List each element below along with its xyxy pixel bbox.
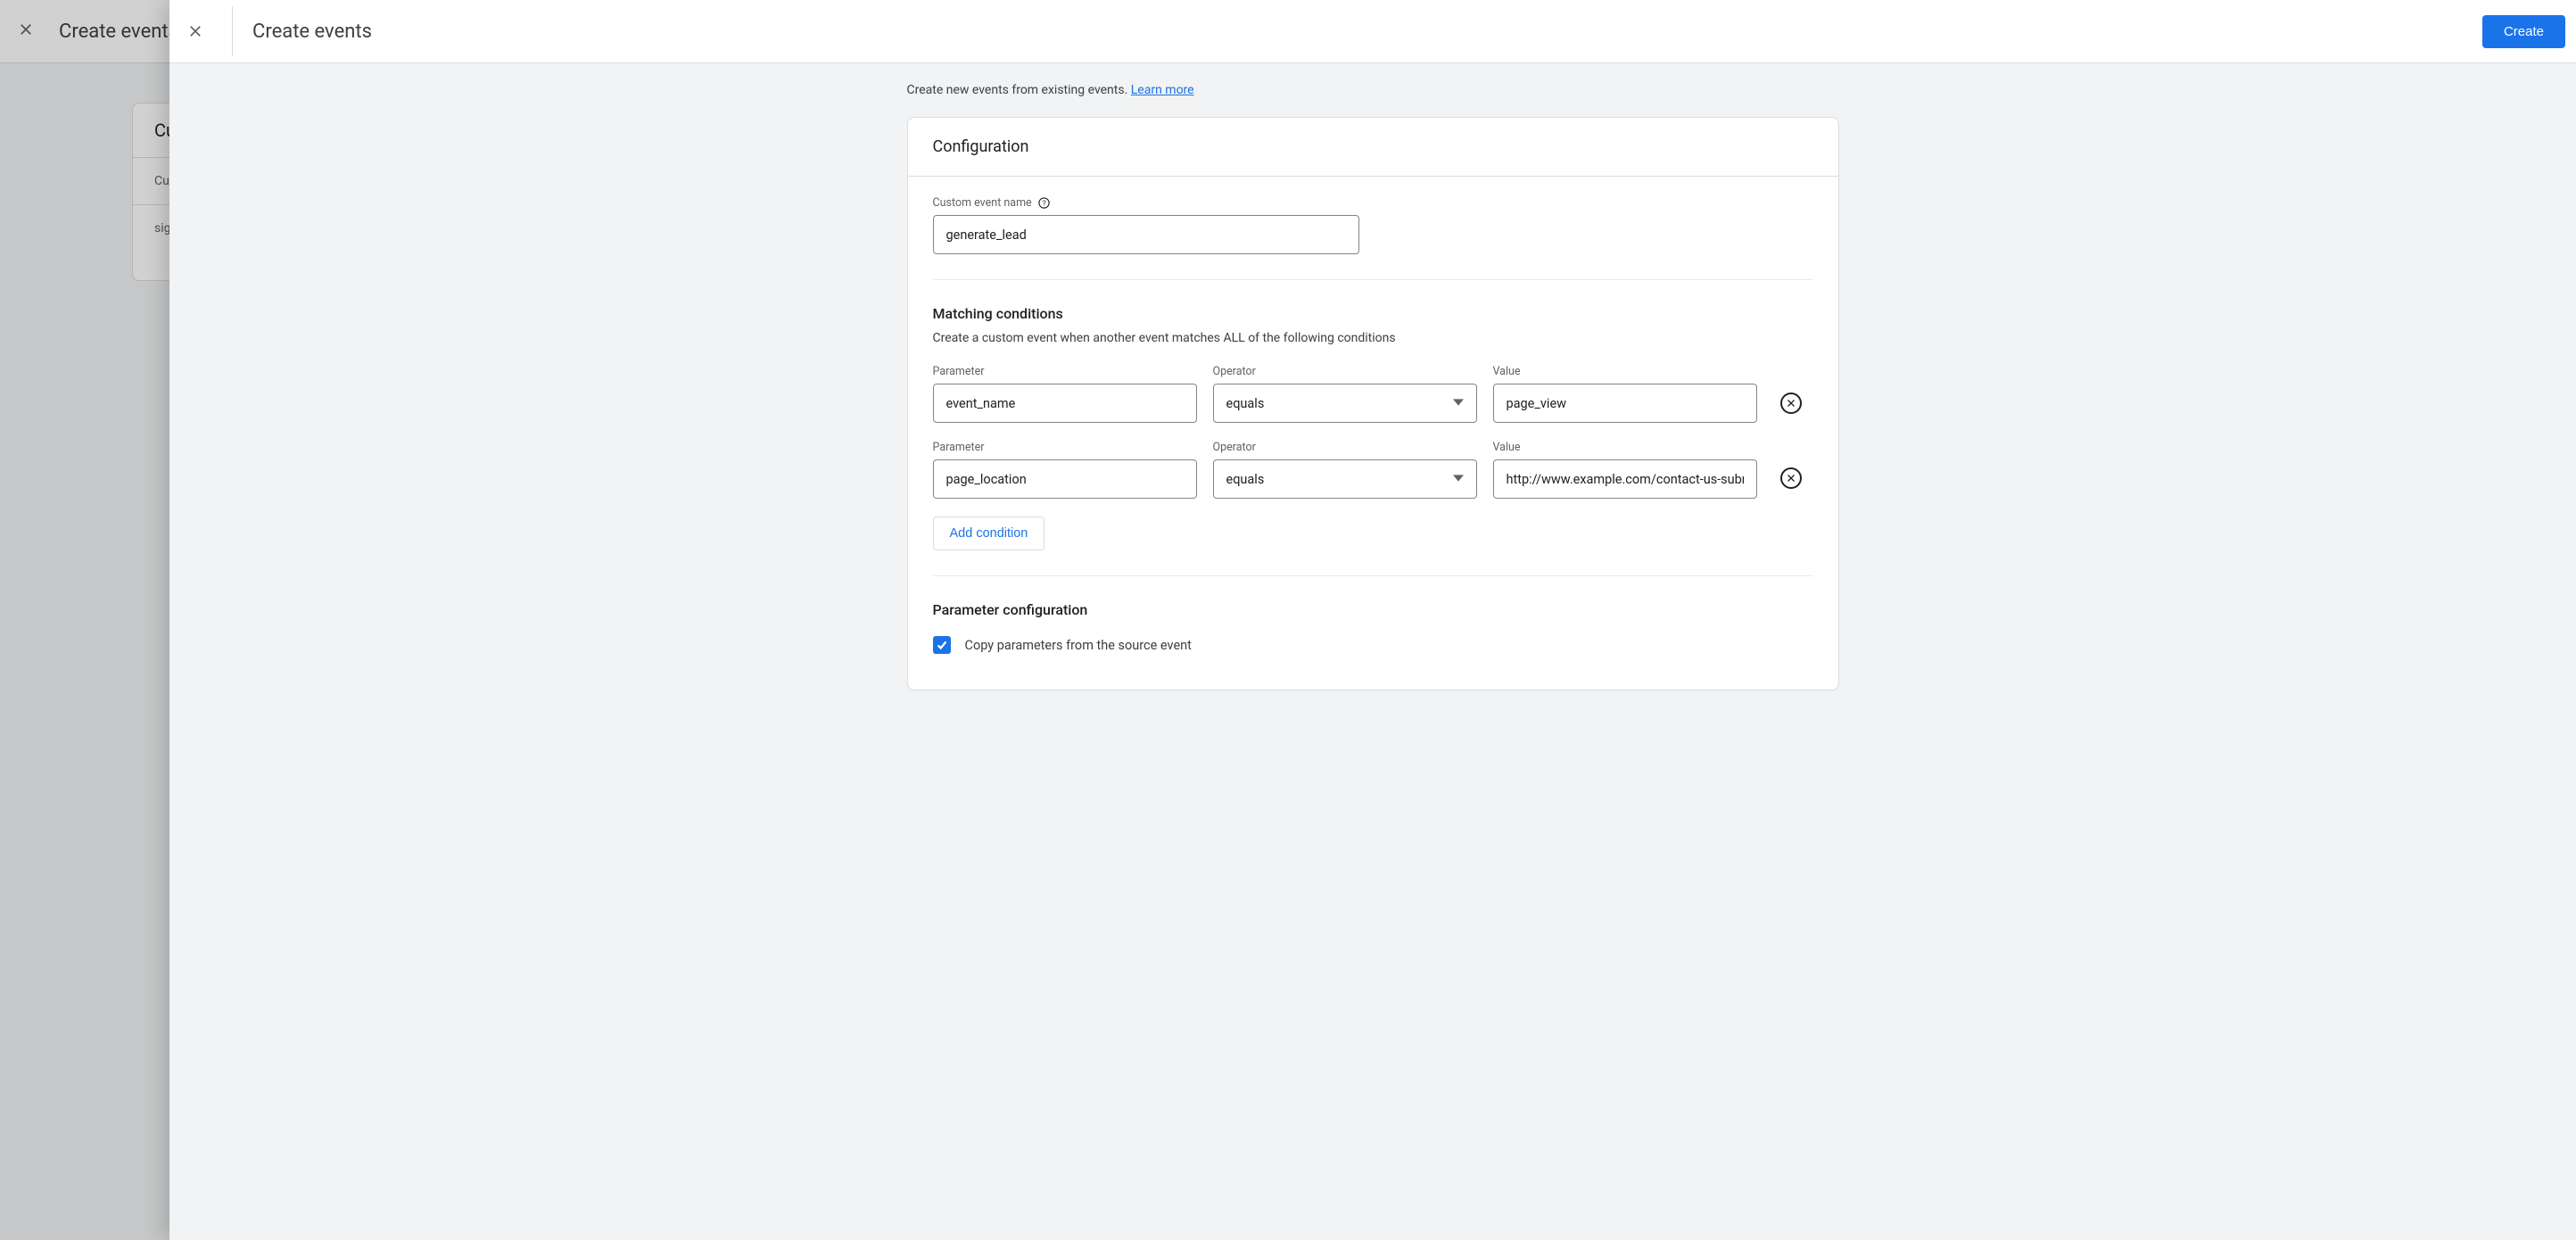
panel-body: Create new events from existing events. … bbox=[169, 63, 2576, 1240]
create-button[interactable]: Create bbox=[2482, 15, 2565, 48]
matching-conditions-title: Matching conditions bbox=[933, 305, 1813, 322]
condition-row: equals bbox=[933, 384, 1813, 423]
value-input[interactable] bbox=[1493, 459, 1757, 499]
add-condition-button[interactable]: Add condition bbox=[933, 517, 1045, 550]
value-input[interactable] bbox=[1493, 384, 1757, 423]
panel-header: Create events Create bbox=[169, 0, 2576, 63]
intro-text: Create new events from existing events. … bbox=[907, 63, 1839, 117]
remove-condition-button[interactable] bbox=[1780, 393, 1802, 414]
matching-conditions-subtitle: Create a custom event when another event… bbox=[933, 331, 1813, 345]
col-value-label: Value bbox=[1493, 365, 1757, 378]
remove-condition-button[interactable] bbox=[1780, 467, 1802, 489]
close-icon[interactable] bbox=[187, 23, 203, 39]
parameter-configuration-title: Parameter configuration bbox=[933, 601, 1813, 618]
create-event-panel: Create events Create Create new events f… bbox=[169, 0, 2576, 1240]
svg-text:?: ? bbox=[1042, 199, 1046, 207]
operator-select[interactable]: equals bbox=[1213, 384, 1477, 423]
parameter-input[interactable] bbox=[933, 459, 1197, 499]
operator-select[interactable]: equals bbox=[1213, 459, 1477, 499]
learn-more-link[interactable]: Learn more bbox=[1131, 83, 1194, 97]
panel-title: Create events bbox=[252, 21, 2482, 43]
copy-params-row: Copy parameters from the source event bbox=[933, 636, 1813, 654]
condition-row: Parameter Operator equals Value bbox=[933, 441, 1813, 499]
chevron-down-icon bbox=[1453, 472, 1464, 487]
copy-params-checkbox[interactable] bbox=[933, 636, 951, 654]
chevron-down-icon bbox=[1453, 396, 1464, 411]
col-parameter-label: Parameter bbox=[933, 365, 1197, 378]
copy-params-label: Copy parameters from the source event bbox=[965, 638, 1192, 653]
header-divider bbox=[232, 6, 233, 56]
parameter-input[interactable] bbox=[933, 384, 1197, 423]
event-name-input[interactable] bbox=[933, 215, 1359, 254]
card-title: Configuration bbox=[908, 118, 1838, 177]
event-name-label: Custom event name ? bbox=[933, 196, 1813, 210]
configuration-card: Configuration Custom event name ? Matchi… bbox=[907, 117, 1839, 690]
col-operator-label: Operator bbox=[1213, 365, 1477, 378]
help-icon[interactable]: ? bbox=[1037, 196, 1051, 210]
condition-header-row: Parameter Operator Value bbox=[933, 365, 1813, 378]
